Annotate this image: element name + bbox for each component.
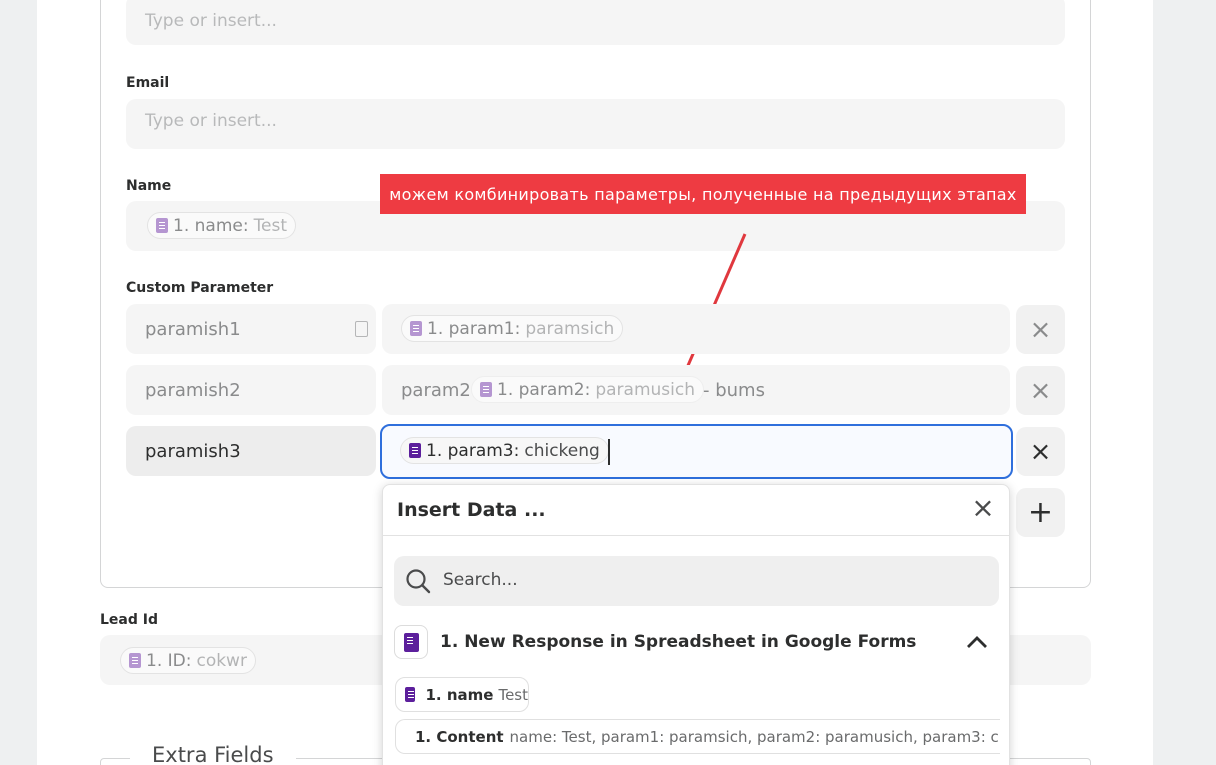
data-item[interactable]: 1. Content name: Test, param1: paramsich… xyxy=(395,719,1000,754)
param2-pill-value: paramusich xyxy=(595,379,695,400)
dropdown-title: Insert Data ... xyxy=(397,499,546,521)
remove-param-button[interactable]: × xyxy=(1016,427,1065,476)
param2-data-pill[interactable]: 1. param2: paramusich xyxy=(471,376,704,403)
remove-param-button[interactable]: × xyxy=(1016,366,1065,415)
param2-suffix-text: - bums xyxy=(703,380,765,401)
param2-pill-label: 1. param2: xyxy=(497,379,591,400)
dropdown-divider xyxy=(383,535,1009,536)
add-param-button[interactable]: + xyxy=(1016,488,1065,537)
param3-data-pill[interactable]: 1. param3: chickeng xyxy=(400,437,609,464)
google-forms-icon xyxy=(480,382,492,397)
lead-id-pill-label: 1. ID: xyxy=(146,650,192,671)
param-value-field[interactable]: param2 1. param2: paramusich - bums xyxy=(382,365,1010,415)
chevron-up-icon[interactable] xyxy=(966,634,988,650)
google-forms-icon xyxy=(409,443,421,458)
google-forms-app-icon xyxy=(394,625,428,659)
remove-param-button[interactable]: × xyxy=(1016,305,1065,354)
contact-card-icon xyxy=(355,321,368,337)
close-icon: × xyxy=(971,490,995,524)
param-key-field[interactable]: paramish2 xyxy=(126,365,376,415)
param-key-field[interactable]: paramish1 xyxy=(126,304,376,354)
data-item[interactable]: 1. name Test xyxy=(395,677,529,712)
param-key-text: paramish3 xyxy=(145,441,241,462)
param2-prefix-text: param2 xyxy=(401,380,471,401)
close-icon: × xyxy=(1029,436,1052,467)
param1-pill-label: 1. param1: xyxy=(427,318,521,339)
close-icon: × xyxy=(1029,314,1052,345)
param3-pill-label: 1. param3: xyxy=(426,440,520,461)
extra-fields-title: Extra Fields xyxy=(130,743,296,765)
param-key-text: paramish2 xyxy=(145,380,241,401)
search-icon xyxy=(406,569,431,594)
google-forms-icon xyxy=(403,632,419,652)
lead-id-pill-value: cokwr xyxy=(196,650,247,671)
data-group-title: 1. New Response in Spreadsheet in Google… xyxy=(440,632,917,652)
data-item-label: 1. Content xyxy=(415,727,504,746)
data-item-value: name: Test, param1: paramsich, param2: p… xyxy=(509,727,1000,746)
search-input[interactable]: Search... xyxy=(394,556,999,606)
plus-icon: + xyxy=(1027,495,1054,530)
param3-pill-value: chickeng xyxy=(524,440,600,461)
dropdown-close-button[interactable]: × xyxy=(967,490,999,524)
param-key-text: paramish1 xyxy=(145,319,241,340)
data-item-value: Test xyxy=(498,685,528,704)
param1-data-pill[interactable]: 1. param1: paramsich xyxy=(401,315,624,342)
lead-id-data-pill[interactable]: 1. ID: cokwr xyxy=(120,647,256,674)
text-cursor xyxy=(608,439,610,465)
google-forms-icon xyxy=(129,653,141,668)
search-placeholder: Search... xyxy=(443,570,518,590)
param-value-field[interactable]: 1. param1: paramsich xyxy=(382,304,1010,354)
param1-pill-value: paramsich xyxy=(525,318,615,339)
insert-data-dropdown: Insert Data ... × Search... 1. New Respo… xyxy=(382,484,1010,765)
data-group-header[interactable]: 1. New Response in Spreadsheet in Google… xyxy=(394,625,999,661)
lead-id-label: Lead Id xyxy=(100,612,158,628)
close-icon: × xyxy=(1029,375,1052,406)
google-forms-icon xyxy=(405,687,416,702)
data-item-label: 1. name xyxy=(425,685,494,704)
custom-parameter-label: Custom Parameter xyxy=(126,280,274,296)
param-key-field[interactable]: paramish3 xyxy=(126,426,376,476)
param-value-field-focused[interactable]: 1. param3: chickeng xyxy=(380,424,1013,479)
google-forms-icon xyxy=(410,321,422,336)
